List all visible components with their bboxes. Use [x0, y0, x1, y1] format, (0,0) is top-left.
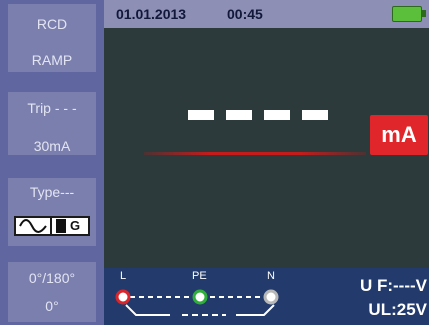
phase-top-label: 0°/180° — [28, 270, 76, 286]
type-icons: G — [14, 216, 90, 236]
status-bar: 01.01.2013 00:45 — [104, 0, 429, 28]
phase-bottom-label: 0° — [45, 298, 59, 314]
indicator-line — [144, 152, 366, 155]
limit-voltage: UL:25V — [368, 300, 427, 319]
g-icon: G — [52, 218, 88, 234]
terminal-bar: L PE N U F:----V UL:25V — [104, 268, 429, 325]
type-label: Type--- — [29, 184, 75, 200]
trip-box[interactable]: Trip - - - 30mA — [8, 92, 96, 155]
left-sidebar: RCD RAMP Trip - - - 30mA Type--- G 0°/18… — [0, 0, 104, 325]
dash-segment — [264, 110, 290, 120]
mode-label: RAMP — [31, 52, 73, 68]
function-box[interactable]: RCD RAMP — [8, 4, 96, 72]
unit-badge: mA — [370, 115, 428, 155]
phase-box[interactable]: 0°/180° 0° — [8, 262, 96, 322]
ac-sine-icon — [16, 218, 52, 234]
terminal-pe-label: PE — [192, 270, 207, 282]
terminal-l-icon — [115, 289, 131, 305]
current-label: 30mA — [33, 138, 71, 154]
terminal-l-label: L — [120, 270, 127, 282]
fault-voltage: U F:----V — [359, 276, 427, 295]
reading-value — [188, 110, 328, 122]
terminal-n-icon — [263, 289, 279, 305]
terminal-n-label: N — [267, 270, 275, 282]
function-label: RCD — [36, 16, 68, 32]
dash-segment — [226, 110, 252, 120]
dash-segment — [188, 110, 214, 120]
battery-icon — [392, 6, 426, 22]
trip-label: Trip - - - — [27, 100, 77, 116]
main-display: mA — [104, 28, 429, 268]
type-box[interactable]: Type--- G — [8, 178, 96, 246]
terminal-pe-icon — [192, 289, 208, 305]
date-display: 01.01.2013 — [116, 6, 187, 22]
time-display: 00:45 — [227, 6, 263, 22]
dash-segment — [302, 110, 328, 120]
